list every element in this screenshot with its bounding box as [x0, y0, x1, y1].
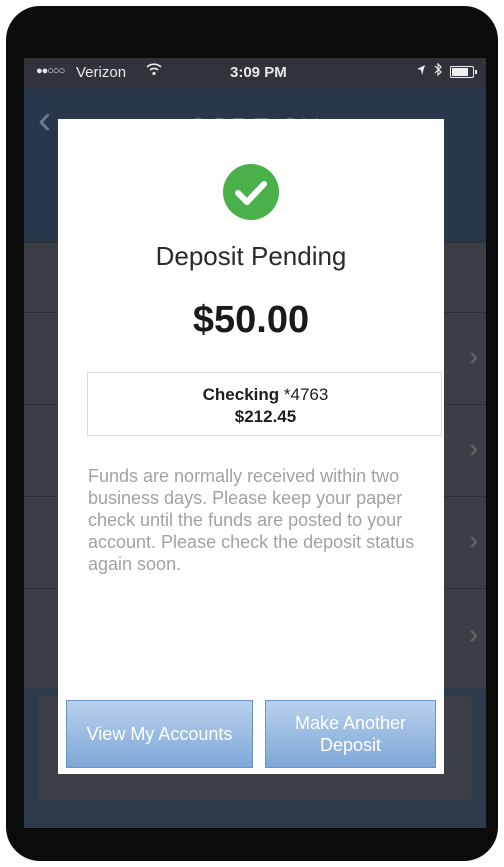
chevron-right-icon: › [469, 341, 478, 371]
dialog-title: Deposit Pending [155, 241, 347, 271]
dialog-message: Funds are normally received within two b… [88, 466, 415, 574]
account-summary: Checking *4763 $212.45 [87, 372, 442, 436]
deposit-amount: $50.00 [192, 299, 310, 341]
wifi-icon [146, 62, 162, 79]
signal-icon: ●●○○○ [36, 65, 65, 77]
account-name: Checking [202, 385, 280, 404]
checkmark-icon [223, 164, 279, 220]
status-bar: ●●○○○ Verizon 3:09 PM [24, 58, 486, 88]
phone-frame: ●●○○○ Verizon 3:09 PM ‹ CORE CU › › › [6, 6, 498, 861]
make-another-deposit-button[interactable]: Make Another Deposit [265, 700, 436, 768]
battery-icon [450, 65, 477, 78]
account-number: *4763 [283, 385, 329, 404]
bluetooth-icon [434, 62, 442, 80]
chevron-right-icon: › [469, 619, 478, 649]
clock: 3:09 PM [230, 64, 287, 81]
chevron-right-icon: › [469, 525, 478, 555]
account-balance: $212.45 [234, 407, 297, 426]
location-icon [416, 63, 426, 80]
view-my-accounts-button[interactable]: View My Accounts [66, 700, 253, 768]
screen: ●●○○○ Verizon 3:09 PM ‹ CORE CU › › › [24, 58, 486, 828]
status-right [416, 62, 477, 80]
carrier-label: Verizon [76, 64, 127, 81]
account-line: Checking *4763 [88, 385, 443, 405]
chevron-right-icon: › [469, 433, 478, 463]
deposit-status-dialog: Deposit Pending $50.00 Checking *4763 $2… [58, 119, 444, 774]
